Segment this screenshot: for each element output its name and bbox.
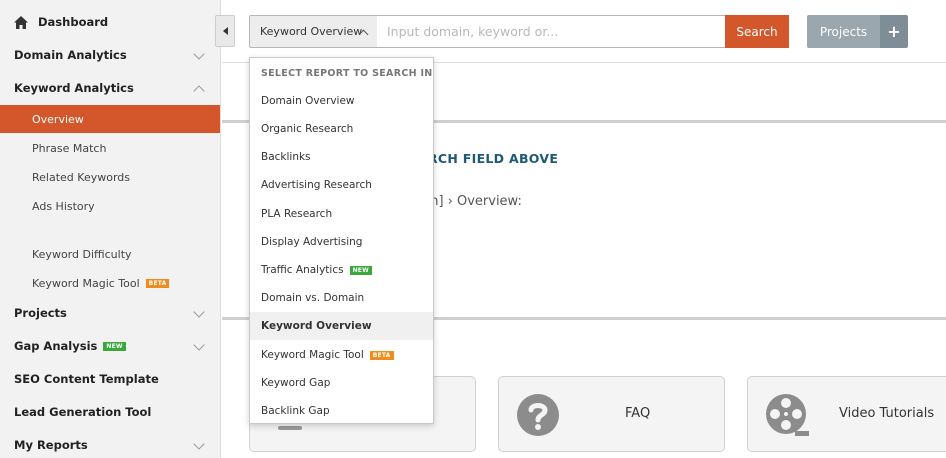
- beta-badge: BETA: [369, 350, 394, 360]
- collapse-sidebar-button[interactable]: [215, 15, 235, 47]
- sidebar-item-label: Related Keywords: [32, 170, 130, 184]
- chevron-down-icon: [193, 438, 205, 450]
- menu-item-organic-research[interactable]: Organic Research: [250, 115, 433, 143]
- sidebar-item-label: Overview: [32, 112, 84, 126]
- search-button[interactable]: Search: [725, 15, 789, 48]
- sidebar-item-label: Keyword Magic Tool: [32, 276, 140, 290]
- question-mark-icon: [517, 394, 559, 436]
- menu-item-label: PLA Research: [261, 208, 333, 220]
- menu-item-label: Backlinks: [261, 151, 311, 163]
- chevron-up-icon: [193, 85, 205, 97]
- sidebar-item-label: Projects: [14, 306, 67, 320]
- sidebar-item-label: Phrase Match: [32, 141, 107, 155]
- menu-item-keyword-magic-tool[interactable]: Keyword Magic Tool BETA: [250, 341, 433, 369]
- sidebar-item-projects[interactable]: Projects: [0, 299, 220, 327]
- sidebar-item-keyword-analytics[interactable]: Keyword Analytics: [0, 74, 220, 102]
- sidebar-item-dashboard[interactable]: Dashboard: [0, 8, 220, 36]
- sidebar-item-label: Lead Generation Tool: [14, 405, 152, 419]
- menu-item-label: Domain Overview: [261, 95, 355, 107]
- sidebar-item-keyword-difficulty[interactable]: Keyword Difficulty: [0, 240, 220, 268]
- menu-item-label: Backlink Gap: [261, 405, 330, 417]
- sidebar-item-label: Domain Analytics: [14, 48, 127, 62]
- sidebar-item-label: Keyword Analytics: [14, 81, 134, 95]
- film-reel-icon: [766, 394, 809, 436]
- menu-item-keyword-gap[interactable]: Keyword Gap: [250, 369, 433, 397]
- chevron-down-icon: [193, 306, 205, 318]
- menu-item-label: Advertising Research: [261, 179, 372, 191]
- menu-item-backlink-gap[interactable]: Backlink Gap: [250, 397, 433, 425]
- sidebar: Dashboard Domain Analytics Keyword Analy…: [0, 0, 221, 458]
- menu-item-pla-research[interactable]: PLA Research: [250, 200, 433, 228]
- sidebar-item-label: Gap Analysis: [14, 339, 98, 353]
- card-label: FAQ: [625, 406, 651, 421]
- menu-item-label: Display Advertising: [261, 236, 363, 248]
- sidebar-item-keyword-magic-tool[interactable]: Keyword Magic Tool BETA: [0, 269, 220, 297]
- beta-badge: BETA: [145, 278, 170, 288]
- menu-item-label: Domain vs. Domain: [261, 292, 365, 304]
- menu-item-domain-vs-domain[interactable]: Domain vs. Domain: [250, 284, 433, 312]
- help-card-faq[interactable]: FAQ: [498, 376, 725, 452]
- sidebar-item-gap-analysis[interactable]: Gap Analysis NEW: [0, 332, 220, 360]
- sidebar-item-my-reports[interactable]: My Reports: [0, 431, 220, 458]
- report-select-value: Keyword Overview: [260, 25, 363, 38]
- menu-item-label: Keyword Gap: [261, 377, 331, 389]
- menu-item-label: Keyword Overview: [261, 320, 372, 332]
- menu-item-display-advertising[interactable]: Display Advertising: [250, 228, 433, 256]
- card-label: Video Tutorials: [839, 406, 935, 421]
- home-icon: [14, 15, 28, 29]
- sidebar-item-label: Ads History: [32, 199, 95, 213]
- caret-left-icon: [222, 27, 228, 35]
- menu-item-label: Keyword Magic Tool: [261, 349, 364, 361]
- add-project-button[interactable]: +: [880, 15, 908, 48]
- menu-item-label: Traffic Analytics: [261, 264, 344, 276]
- sidebar-item-domain-analytics[interactable]: Domain Analytics: [0, 41, 220, 69]
- new-badge: NEW: [349, 265, 372, 275]
- report-select[interactable]: Keyword Overview: [249, 15, 378, 48]
- menu-item-advertising-research[interactable]: Advertising Research: [250, 171, 433, 199]
- sidebar-item-label: Dashboard: [38, 15, 109, 29]
- empty-state-heading: ARCH FIELD ABOVE: [418, 151, 559, 166]
- sidebar-item-lead-generation-tool[interactable]: Lead Generation Tool: [0, 398, 220, 426]
- chevron-down-icon: [193, 48, 205, 60]
- menu-item-keyword-overview[interactable]: Keyword Overview: [250, 312, 433, 340]
- dropdown-header: SELECT REPORT TO SEARCH IN: [261, 68, 433, 79]
- sidebar-item-label: My Reports: [14, 438, 88, 452]
- projects-button[interactable]: Projects: [807, 15, 880, 48]
- sidebar-item-ads-history[interactable]: Ads History: [0, 192, 220, 220]
- sidebar-item-label: Keyword Difficulty: [32, 247, 132, 261]
- report-dropdown-menu: SELECT REPORT TO SEARCH IN Domain Overvi…: [249, 57, 434, 424]
- sidebar-item-related-keywords[interactable]: Related Keywords: [0, 163, 220, 191]
- new-badge: NEW: [103, 341, 126, 351]
- sidebar-item-label: SEO Content Template: [14, 372, 159, 386]
- help-card-video-tutorials[interactable]: Video Tutorials: [747, 376, 946, 452]
- menu-item-domain-overview[interactable]: Domain Overview: [250, 87, 433, 115]
- sidebar-item-phrase-match[interactable]: Phrase Match: [0, 134, 220, 162]
- menu-item-label: Organic Research: [261, 123, 354, 135]
- chevron-down-icon: [193, 339, 205, 351]
- sidebar-item-seo-content-template[interactable]: SEO Content Template: [0, 365, 220, 393]
- menu-item-backlinks[interactable]: Backlinks: [250, 143, 433, 171]
- search-input[interactable]: [377, 15, 726, 48]
- sidebar-item-overview[interactable]: Overview: [0, 105, 220, 133]
- menu-item-traffic-analytics[interactable]: Traffic Analytics NEW: [250, 256, 433, 284]
